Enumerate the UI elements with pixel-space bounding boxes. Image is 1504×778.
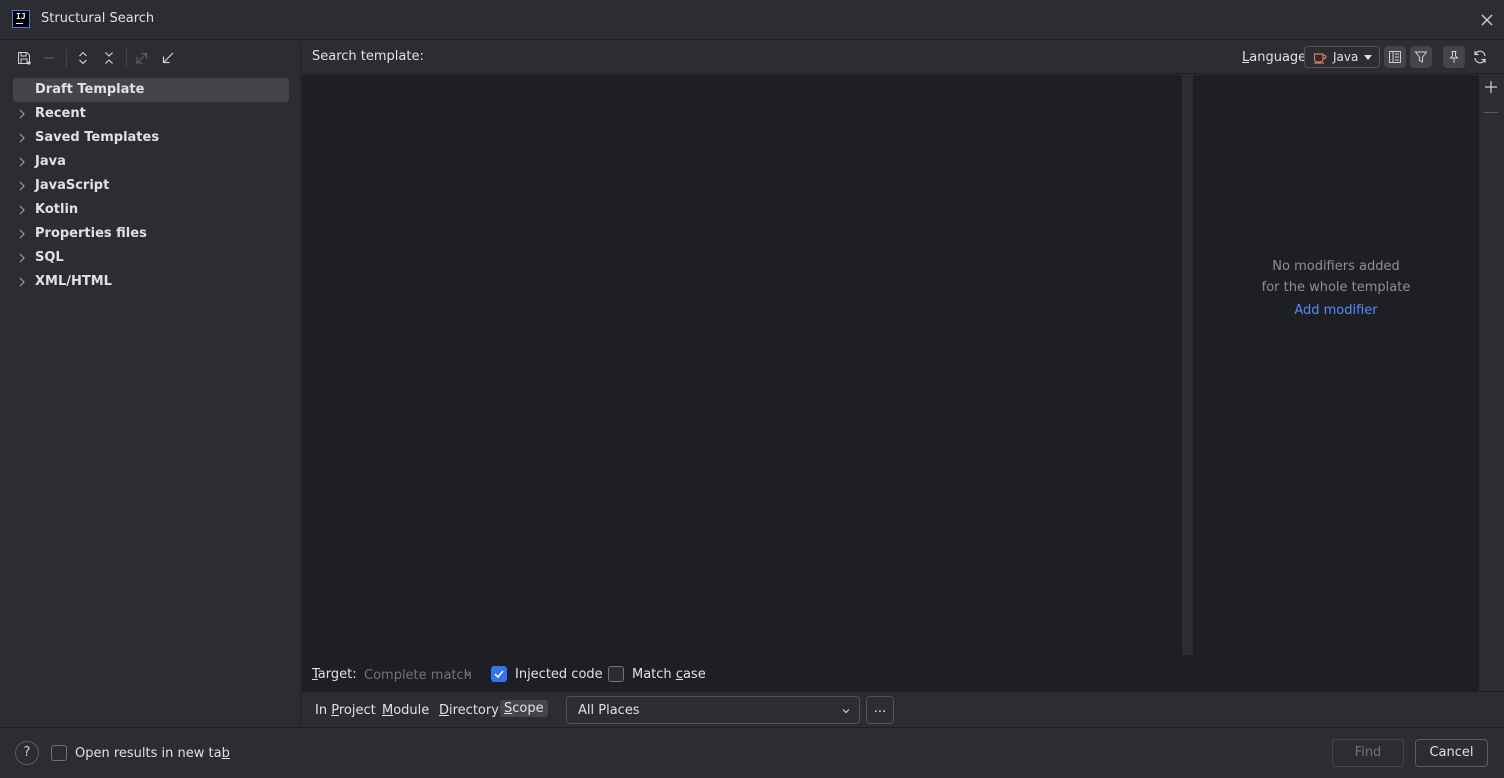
tree-item-kotlin[interactable]: Kotlin <box>13 198 289 222</box>
tree-item-label: Draft Template <box>35 82 145 97</box>
template-tree: Draft Template Recent Saved Templates Ja… <box>0 78 301 294</box>
dialog-button-bar: ? Open results in new tab Find Cancel <box>0 727 1504 778</box>
dropdown-arrow-icon <box>1364 55 1372 60</box>
scope-tab-in-project[interactable]: In Project <box>315 703 376 718</box>
options-row <box>302 655 1479 691</box>
chevron-right-icon[interactable] <box>16 204 28 216</box>
tree-item-java[interactable]: Java <box>13 150 289 174</box>
modifiers-panel: No modifiers added for the whole templat… <box>1193 75 1479 655</box>
history-refresh-button[interactable] <box>1469 46 1491 68</box>
title-bar: IJ Structural Search <box>0 0 1504 40</box>
open-results-new-tab-checkbox[interactable] <box>51 745 67 761</box>
target-label: Target: <box>312 667 357 682</box>
add-modifier-link[interactable]: Add modifier <box>1193 303 1479 318</box>
search-template-editor[interactable] <box>302 75 1182 655</box>
tree-item-label: JavaScript <box>35 178 110 193</box>
chevron-right-icon[interactable] <box>16 108 28 120</box>
toggle-modifiers-panel-button[interactable] <box>1384 46 1406 68</box>
minus-icon <box>1484 112 1498 113</box>
tree-item-label: Recent <box>35 106 86 121</box>
find-button[interactable]: Find <box>1332 739 1404 767</box>
injected-code-label: Injected code <box>515 667 603 682</box>
target-dropdown: Complete match <box>364 668 472 683</box>
tree-item-recent[interactable]: Recent <box>13 102 289 126</box>
tree-item-label: SQL <box>35 250 64 265</box>
language-dropdown[interactable]: Java <box>1304 46 1380 68</box>
close-icon[interactable] <box>1478 11 1496 29</box>
scope-dropdown-value: All Places <box>578 703 640 718</box>
collapse-all-icon[interactable] <box>99 48 119 68</box>
search-template-label: Search template: <box>312 49 424 64</box>
chevron-right-icon[interactable] <box>16 276 28 288</box>
tree-item-label: Kotlin <box>35 202 79 217</box>
refresh-icon <box>1474 50 1486 64</box>
tree-item-label: Saved Templates <box>35 130 160 145</box>
chevron-right-icon[interactable] <box>16 132 28 144</box>
chevron-right-icon[interactable] <box>16 228 28 240</box>
expand-all-icon[interactable] <box>73 48 93 68</box>
scope-tab-scope[interactable]: Scope <box>500 700 548 717</box>
remove-template-icon <box>39 48 59 68</box>
tree-item-properties-files[interactable]: Properties files <box>13 222 289 246</box>
panel-layout-icon <box>1389 51 1401 63</box>
injected-code-checkbox[interactable] <box>491 666 507 682</box>
scope-more-button[interactable]: ... <box>866 696 894 724</box>
help-button[interactable]: ? <box>15 741 39 765</box>
plus-icon[interactable] <box>1484 80 1498 94</box>
chevron-right-icon[interactable] <box>16 252 28 264</box>
chevron-down-icon <box>842 709 850 714</box>
scope-dropdown[interactable]: All Places <box>566 696 860 724</box>
tree-item-javascript[interactable]: JavaScript <box>13 174 289 198</box>
search-template-header: Search template: Language: Java <box>302 41 1504 74</box>
cancel-button[interactable]: Cancel <box>1415 739 1488 767</box>
tree-item-label: Properties files <box>35 226 147 241</box>
tree-item-xml-html[interactable]: XML/HTML <box>13 270 289 294</box>
scope-tab-directory[interactable]: Directory <box>439 703 499 718</box>
match-case-label: Match case <box>632 667 706 682</box>
toolbar-separator <box>66 49 67 67</box>
tree-item-label: Java <box>35 154 66 169</box>
filter-icon <box>1414 51 1428 63</box>
tree-item-label: XML/HTML <box>35 274 112 289</box>
tree-item-saved-templates[interactable]: Saved Templates <box>13 126 289 150</box>
tree-item-draft-template[interactable]: Draft Template <box>13 78 289 102</box>
save-template-icon[interactable] <box>14 48 34 68</box>
modifier-strip <box>1479 75 1504 691</box>
chevron-down-icon <box>464 672 472 677</box>
language-label: Language: <box>1242 50 1311 65</box>
pin-button[interactable] <box>1443 46 1465 68</box>
java-cup-icon <box>1313 53 1327 64</box>
template-panel: Draft Template Recent Saved Templates Ja… <box>0 41 301 727</box>
pin-icon <box>1449 51 1459 63</box>
filter-button[interactable] <box>1410 46 1432 68</box>
tree-item-sql[interactable]: SQL <box>13 246 289 270</box>
chevron-right-icon[interactable] <box>16 180 28 192</box>
scope-tab-module[interactable]: Module <box>382 703 429 718</box>
chevron-right-icon[interactable] <box>16 156 28 168</box>
open-results-new-tab-label: Open results in new tab <box>75 746 230 761</box>
match-case-checkbox[interactable] <box>608 666 624 682</box>
checkmark-icon <box>494 670 504 679</box>
no-modifiers-text: No modifiers added <box>1272 259 1400 274</box>
import-template-icon[interactable] <box>158 48 178 68</box>
no-modifiers-subtext: for the whole template <box>1261 280 1411 295</box>
language-value: Java <box>1333 50 1359 64</box>
intellij-logo-icon: IJ <box>12 10 30 28</box>
window-title: Structural Search <box>41 11 155 26</box>
editor-scrollbar[interactable] <box>1183 80 1193 652</box>
export-template-icon <box>132 48 152 68</box>
toolbar-separator <box>126 49 127 67</box>
